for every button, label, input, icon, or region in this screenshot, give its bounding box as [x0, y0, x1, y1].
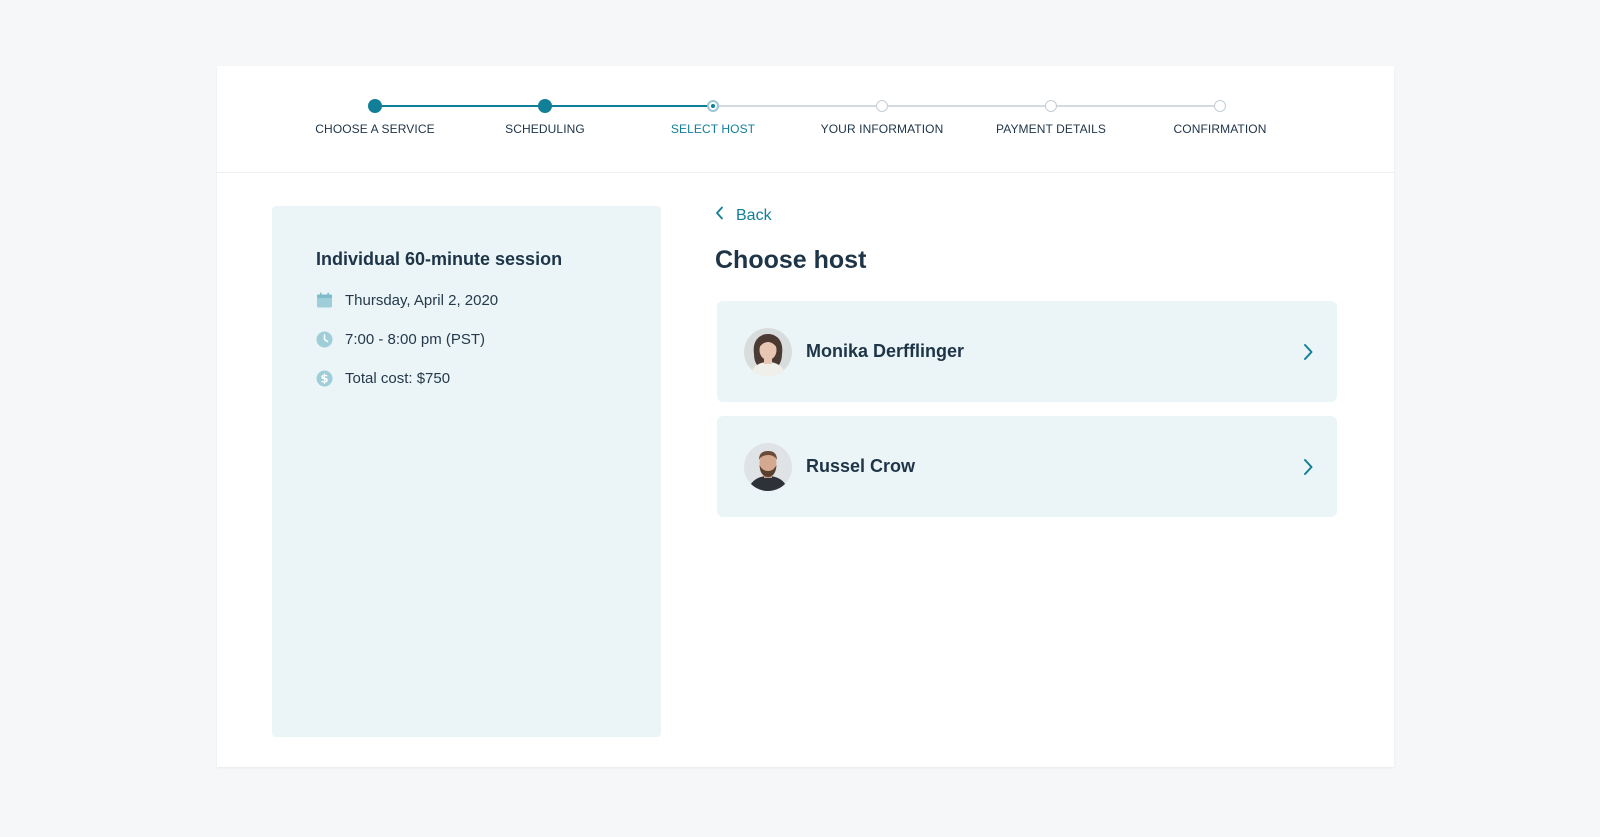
step-label: PAYMENT DETAILS: [996, 122, 1106, 136]
step-confirmation[interactable]: CONFIRMATION: [1135, 66, 1305, 173]
step-label: SELECT HOST: [670, 122, 756, 136]
session-title: Individual 60-minute session: [316, 249, 563, 269]
session-cost-row: $ Total cost: $750: [316, 368, 617, 388]
dollar-icon: $: [316, 370, 333, 387]
back-link[interactable]: Back: [715, 206, 772, 225]
step-your-information[interactable]: YOUR INFORMATION: [797, 66, 967, 173]
step-dot-pending: [1045, 100, 1057, 112]
clock-icon: [316, 331, 333, 348]
host-option-russel-crow[interactable]: Russel Crow: [717, 416, 1337, 517]
host-option-monika-derfflinger[interactable]: Monika Derfflinger: [717, 301, 1337, 402]
step-select-host[interactable]: SELECT HOST: [628, 66, 798, 173]
step-dot-pending: [876, 100, 888, 112]
step-dot-complete: [368, 99, 382, 113]
session-time: 7:00 - 8:00 pm (PST): [345, 330, 486, 348]
chevron-left-icon: [715, 206, 724, 225]
host-name: Monika Derfflinger: [806, 341, 965, 361]
session-cost: Total cost: $750: [345, 369, 451, 387]
booking-card: CHOOSE A SERVICE SCHEDULING SELECT HOST …: [217, 66, 1394, 767]
step-dot-complete: [538, 99, 552, 113]
step-label: YOUR INFORMATION: [820, 122, 944, 136]
back-label: Back: [736, 206, 772, 224]
avatar: [744, 327, 792, 376]
step-label: SCHEDULING: [505, 122, 585, 136]
step-payment-details[interactable]: PAYMENT DETAILS: [966, 66, 1136, 173]
step-choose-service[interactable]: CHOOSE A SERVICE: [290, 66, 460, 173]
booking-summary-panel: Individual 60-minute session Thursday, A…: [272, 206, 661, 737]
session-date: Thursday, April 2, 2020: [345, 291, 499, 309]
step-dot-pending: [1214, 100, 1226, 112]
chevron-right-icon: [1301, 343, 1315, 361]
host-name: Russel Crow: [806, 456, 916, 476]
step-dot-current: [707, 100, 719, 112]
avatar: [744, 442, 792, 491]
step-label: CHOOSE A SERVICE: [315, 122, 435, 136]
session-time-row: 7:00 - 8:00 pm (PST): [316, 329, 617, 349]
chevron-right-icon: [1301, 458, 1315, 476]
svg-text:$: $: [320, 371, 328, 385]
step-label: CONFIRMATION: [1173, 122, 1267, 136]
step-scheduling[interactable]: SCHEDULING: [460, 66, 630, 173]
page-title: Choose host: [715, 246, 867, 274]
calendar-icon: [316, 292, 333, 309]
progress-stepper: CHOOSE A SERVICE SCHEDULING SELECT HOST …: [217, 66, 1394, 173]
session-date-row: Thursday, April 2, 2020: [316, 290, 617, 310]
